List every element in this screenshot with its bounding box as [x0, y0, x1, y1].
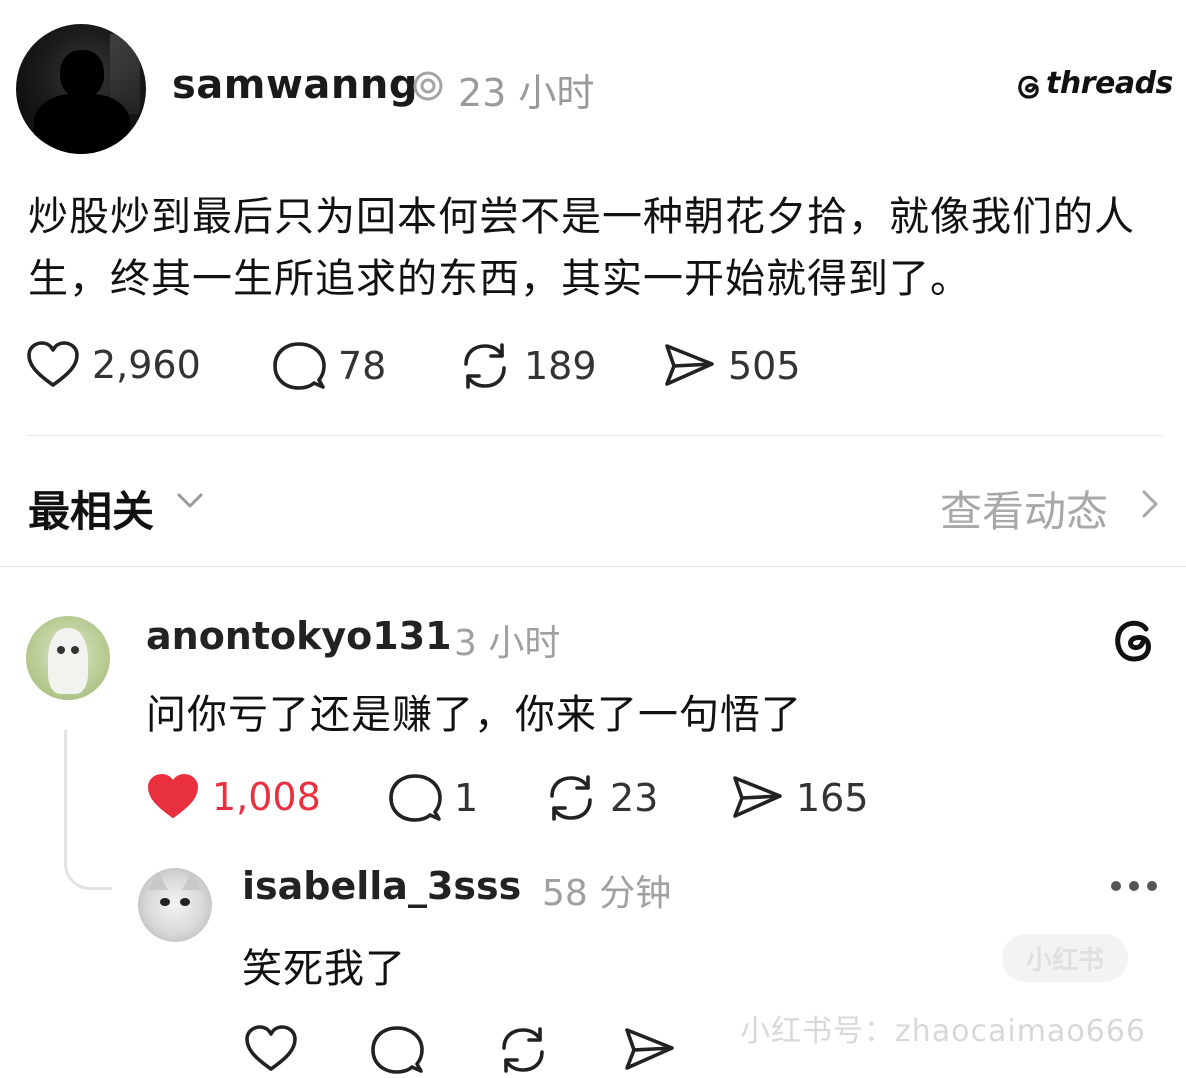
repost-icon [550, 775, 592, 821]
reply-like-button[interactable] [244, 1024, 298, 1074]
reply-avatar[interactable] [138, 868, 212, 942]
repost-icon [464, 343, 506, 389]
threads-badge-icon [413, 71, 443, 101]
share-button[interactable]: 505 [662, 340, 801, 392]
comment-time: 3 小时 [454, 623, 561, 664]
post-username[interactable]: samwanng [172, 62, 418, 108]
reply-thread-line [64, 730, 112, 890]
share-count: 505 [728, 344, 801, 388]
watermark-badge: 小红书 [1002, 934, 1128, 982]
reply-share-button[interactable] [622, 1024, 676, 1076]
comment-text: 问你亏了还是赚了，你来了一句悟了 [146, 692, 802, 738]
threads-logo-icon [1115, 620, 1151, 662]
author-avatar[interactable] [16, 24, 146, 154]
comment-username[interactable]: anontokyo131 [146, 614, 452, 658]
like-button[interactable]: 2,960 [26, 340, 201, 390]
reply-time: 58 分钟 [542, 873, 672, 914]
share-icon [733, 776, 782, 818]
repost-icon [502, 1027, 544, 1073]
comment-share-count: 165 [796, 776, 869, 820]
reply-username[interactable]: isabella_3sss [242, 864, 521, 908]
commenter-avatar[interactable] [26, 616, 110, 700]
comment-icon [389, 774, 442, 822]
reply-comment-button[interactable] [370, 1024, 424, 1076]
post-time: 23 小时 [458, 71, 595, 115]
heart-icon [27, 341, 79, 387]
comment-count: 78 [338, 344, 387, 388]
post-text: 炒股炒到最后只为回本何尝不是一种朝花夕拾，就像我们的人生，终其一生所追求的东西，… [28, 194, 1135, 302]
reply-repost-button[interactable] [496, 1024, 550, 1076]
sort-dropdown[interactable]: 最相关 [28, 478, 154, 539]
heart-icon [245, 1025, 297, 1071]
share-icon [625, 1028, 674, 1070]
share-icon [665, 344, 714, 386]
threads-logo-icon [1018, 75, 1039, 99]
comment-repost-button[interactable]: 23 [544, 772, 658, 824]
comment-button[interactable]: 78 [272, 340, 386, 392]
comment-share-button[interactable]: 165 [730, 772, 869, 824]
divider [0, 566, 1186, 567]
comment-like-button[interactable]: 1,008 [146, 772, 321, 822]
chevron-right-icon[interactable] [1140, 488, 1160, 520]
comment-icon [371, 1026, 424, 1074]
comment-like-count: 1,008 [212, 775, 321, 819]
comment-repost-count: 23 [610, 776, 659, 820]
heart-filled-icon [148, 774, 198, 818]
repost-count: 189 [524, 344, 597, 388]
divider [28, 435, 1162, 436]
comment-icon [273, 342, 326, 390]
comment-reply-count: 1 [454, 776, 479, 820]
view-activity-link[interactable]: 查看动态 [940, 478, 1108, 539]
watermark-text: 小红书号：zhaocaimao666 [740, 1014, 1146, 1049]
comment-reply-button[interactable]: 1 [388, 772, 478, 824]
threads-wordmark: threads [1046, 66, 1173, 101]
chevron-down-icon[interactable] [176, 490, 204, 512]
reply-text: 笑死我了 [242, 946, 406, 992]
repost-button[interactable]: 189 [458, 340, 597, 392]
more-options-icon[interactable] [1108, 868, 1160, 904]
like-count: 2,960 [92, 343, 201, 387]
